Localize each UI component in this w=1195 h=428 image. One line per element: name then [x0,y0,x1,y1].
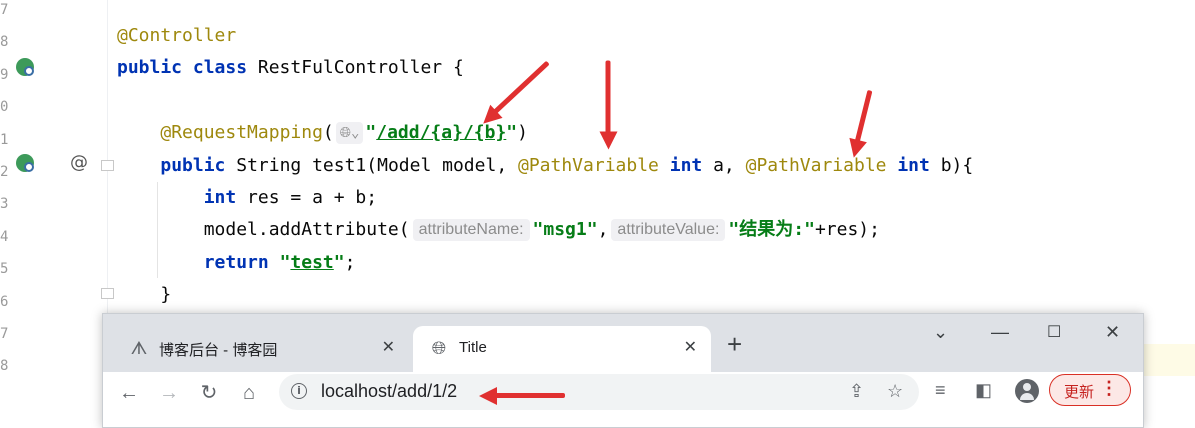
line-number: 2 [0,164,9,180]
code-token: int [203,187,237,208]
code-token: public class [117,57,248,79]
code-token: int [897,154,930,176]
line-number: 0 [0,99,9,116]
code-token: b){ [929,154,974,176]
code-token: "结果为:" [728,219,815,241]
parameter-hint: attributeName: [412,219,530,242]
spring-bean-icon[interactable] [16,58,34,76]
code-token: +res); [814,219,880,241]
home-icon[interactable]: ⌂ [235,378,263,408]
code-token: model.addAttribute( [117,219,410,241]
update-label: 更新 [1064,383,1095,401]
code-token: @PathVariable [518,154,659,176]
code-line[interactable]: @RequestMapping(🌐︎⌄ "/add/{a}/{b}") [117,117,528,149]
code-token: @Controller [117,25,237,46]
browser-window: ᗑ 博客后台 - 博客园 ✕ 🌐︎ Title ✕ + ⌄ — ☐ ✕ ← → … [102,313,1144,428]
parameter-hint: attributeValue: [611,219,726,242]
line-number: 3 [0,196,9,213]
globe-icon: 🌐︎⌄ [335,122,364,145]
share-icon[interactable]: ⇪ [849,381,864,402]
browser-toolbar: ← → ↻ ⌂ i localhost/add/1/2 ⇪ ☆ ≡ ◧ 更新 ⋮ [103,372,1143,416]
code-token: int [669,154,703,176]
code-token: " [279,251,291,273]
info-icon[interactable]: i [291,383,307,399]
line-number: 7 [0,2,9,18]
more-menu-icon[interactable]: ⋮ [1100,378,1118,399]
maximize-button[interactable]: ☐ [1047,322,1061,342]
tab-search-icon[interactable]: ⌄ [933,322,948,343]
new-tab-button[interactable]: + [727,331,742,357]
code-token: ) [517,122,528,144]
code-line[interactable]: public class RestFulController { [117,52,464,84]
red-arrow-annotation [605,60,611,136]
code-token: String test1(Model model, [225,154,518,176]
code-token: } [117,284,172,306]
code-token: public [160,154,226,176]
code-token: " [365,122,377,144]
code-token: @RequestMapping [160,122,323,144]
globe-icon: 🌐︎ [431,338,447,358]
address-bar[interactable]: i localhost/add/1/2 ⇪ ☆ [279,374,919,410]
forward-arrow-icon[interactable]: → [155,378,183,408]
tab-title-page[interactable]: 🌐︎ Title ✕ [413,326,711,372]
code-token: " [333,251,345,273]
code-token: res = a + b; [236,187,378,208]
line-number: 8 [0,34,9,51]
code-token: a, [702,154,746,176]
media-queue-icon[interactable]: ≡ [935,380,946,401]
code-token: ( [322,122,334,144]
back-arrow-icon[interactable]: ← [115,378,143,408]
red-arrow-annotation [493,393,565,398]
tab-title: 博客后台 - 博客园 [159,342,278,359]
code-line[interactable]: return "test"; [117,247,356,279]
line-number: 4 [0,228,9,245]
line-number: 7 [0,326,9,342]
code-token: test [290,251,334,273]
tab-strip: ᗑ 博客后台 - 博客园 ✕ 🌐︎ Title ✕ + ⌄ — ☐ ✕ [103,314,1143,372]
line-number: 5 [0,261,9,278]
side-panel-icon[interactable]: ◧ [975,380,992,401]
profile-avatar-icon[interactable] [1015,379,1039,403]
code-token: " [506,122,518,144]
code-line[interactable]: model.addAttribute(attributeName: "msg1",… [117,214,880,246]
line-number: 1 [0,131,9,148]
code-token: return [203,251,269,273]
code-token: "msg1" [532,219,598,241]
line-number: 8 [0,358,9,375]
code-token: ; [344,251,356,273]
code-line[interactable]: } [117,279,171,311]
url-text[interactable]: localhost/add/1/2 [321,381,457,402]
annotation-gutter-icon[interactable]: @ [70,152,88,173]
tab-cnblogs[interactable]: ᗑ 博客后台 - 博客园 ✕ [113,326,409,372]
code-line[interactable]: @Controller [117,20,236,52]
reload-icon[interactable]: ↻ [195,378,223,408]
close-icon[interactable]: ✕ [684,337,697,357]
line-number: 6 [0,293,9,310]
bookmark-star-icon[interactable]: ☆ [887,381,903,402]
code-token: RestFulController { [247,57,464,79]
cnblogs-icon: ᗑ [130,338,148,358]
close-window-button[interactable]: ✕ [1105,322,1120,343]
code-line[interactable]: int res = a + b; [117,182,377,214]
minimize-button[interactable]: — [991,322,1009,343]
spring-mapping-icon[interactable] [16,154,34,172]
code-token: , [597,219,609,241]
close-icon[interactable]: ✕ [382,337,395,357]
update-button[interactable]: 更新 ⋮ [1049,374,1131,406]
tab-title: Title [459,339,487,356]
code-token: @PathVariable [745,154,887,176]
line-number: 9 [0,66,9,83]
